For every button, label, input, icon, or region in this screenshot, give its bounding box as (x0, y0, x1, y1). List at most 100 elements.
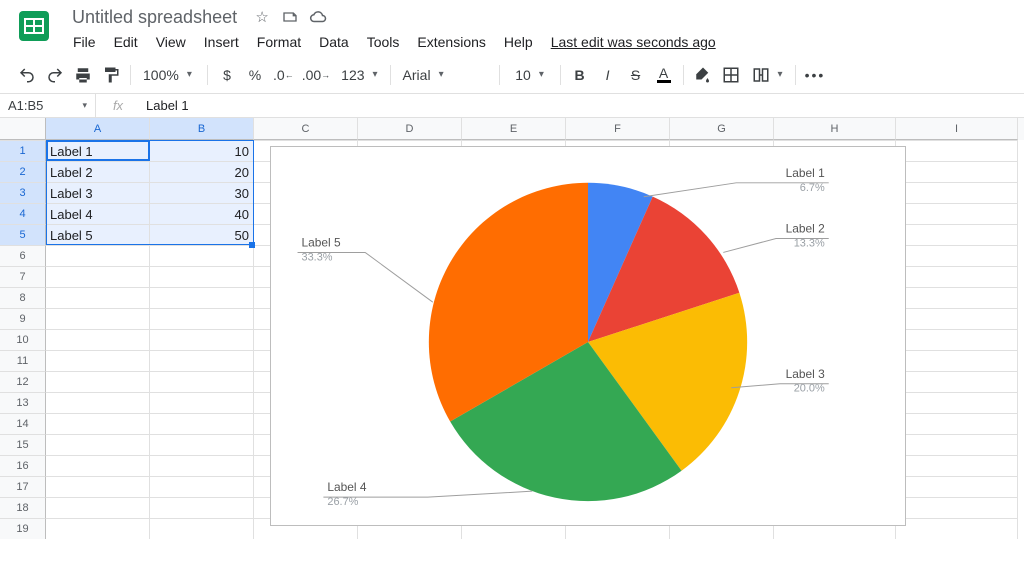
cell-I6[interactable] (896, 245, 1018, 266)
bold-button[interactable]: B (567, 62, 593, 88)
move-icon[interactable] (281, 9, 299, 25)
font-select[interactable]: Arial (397, 62, 493, 88)
cell-I18[interactable] (896, 497, 1018, 518)
cell-B4[interactable]: 40 (150, 203, 254, 224)
redo-button[interactable] (42, 62, 68, 88)
cell-A8[interactable] (46, 287, 150, 308)
cell-B19[interactable] (150, 518, 254, 539)
menu-edit[interactable]: Edit (107, 30, 145, 54)
cell-A15[interactable] (46, 434, 150, 455)
column-header-D[interactable]: D (358, 118, 462, 140)
cell-I19[interactable] (896, 518, 1018, 539)
cell-I4[interactable] (896, 203, 1018, 224)
cell-A1[interactable]: Label 1 (46, 140, 150, 161)
cell-I1[interactable] (896, 140, 1018, 161)
italic-button[interactable]: I (595, 62, 621, 88)
cell-I16[interactable] (896, 455, 1018, 476)
row-header-17[interactable]: 17 (0, 476, 46, 497)
row-header-7[interactable]: 7 (0, 266, 46, 287)
row-header-13[interactable]: 13 (0, 392, 46, 413)
cell-A18[interactable] (46, 497, 150, 518)
currency-button[interactable]: $ (214, 62, 240, 88)
cell-B3[interactable]: 30 (150, 182, 254, 203)
merge-button[interactable] (746, 62, 789, 88)
column-header-E[interactable]: E (462, 118, 566, 140)
row-header-12[interactable]: 12 (0, 371, 46, 392)
cell-B10[interactable] (150, 329, 254, 350)
cell-A7[interactable] (46, 266, 150, 287)
cell-I17[interactable] (896, 476, 1018, 497)
cell-I14[interactable] (896, 413, 1018, 434)
spreadsheet-grid[interactable]: ABCDEFGHI 1Label 1102Label 2203Label 330… (0, 118, 1024, 539)
row-header-14[interactable]: 14 (0, 413, 46, 434)
cell-B13[interactable] (150, 392, 254, 413)
cell-I12[interactable] (896, 371, 1018, 392)
cell-B6[interactable] (150, 245, 254, 266)
menu-view[interactable]: View (149, 30, 193, 54)
menu-extensions[interactable]: Extensions (410, 30, 492, 54)
row-header-18[interactable]: 18 (0, 497, 46, 518)
percent-button[interactable]: % (242, 62, 268, 88)
cell-A14[interactable] (46, 413, 150, 434)
row-header-8[interactable]: 8 (0, 287, 46, 308)
zoom-select[interactable]: 100% (137, 62, 201, 88)
cell-A16[interactable] (46, 455, 150, 476)
cell-A6[interactable] (46, 245, 150, 266)
row-header-10[interactable]: 10 (0, 329, 46, 350)
decrease-decimal-button[interactable]: .0← (270, 62, 297, 88)
column-header-A[interactable]: A (46, 118, 150, 140)
select-all-corner[interactable] (0, 118, 46, 140)
cell-B15[interactable] (150, 434, 254, 455)
fill-color-button[interactable] (690, 62, 716, 88)
row-header-1[interactable]: 1 (0, 140, 46, 161)
row-header-16[interactable]: 16 (0, 455, 46, 476)
column-header-F[interactable]: F (566, 118, 670, 140)
cell-I9[interactable] (896, 308, 1018, 329)
more-tools-button[interactable]: ••• (802, 62, 829, 88)
strikethrough-button[interactable]: S (623, 62, 649, 88)
cell-B12[interactable] (150, 371, 254, 392)
font-size-select[interactable]: 10 (506, 62, 554, 88)
star-icon[interactable]: ☆ (253, 8, 271, 26)
column-header-H[interactable]: H (774, 118, 896, 140)
cell-A2[interactable]: Label 2 (46, 161, 150, 182)
menu-file[interactable]: File (66, 30, 103, 54)
row-header-9[interactable]: 9 (0, 308, 46, 329)
column-header-I[interactable]: I (896, 118, 1018, 140)
cell-I11[interactable] (896, 350, 1018, 371)
cell-B9[interactable] (150, 308, 254, 329)
row-header-19[interactable]: 19 (0, 518, 46, 539)
row-header-6[interactable]: 6 (0, 245, 46, 266)
print-button[interactable] (70, 62, 96, 88)
cell-A13[interactable] (46, 392, 150, 413)
cell-I10[interactable] (896, 329, 1018, 350)
row-header-4[interactable]: 4 (0, 203, 46, 224)
increase-decimal-button[interactable]: .00→ (299, 62, 333, 88)
formula-input[interactable]: Label 1 (140, 98, 189, 113)
cell-B7[interactable] (150, 266, 254, 287)
cell-A9[interactable] (46, 308, 150, 329)
row-header-5[interactable]: 5 (0, 224, 46, 245)
cell-B8[interactable] (150, 287, 254, 308)
cell-I5[interactable] (896, 224, 1018, 245)
cloud-status-icon[interactable] (309, 10, 327, 24)
menu-data[interactable]: Data (312, 30, 356, 54)
menu-format[interactable]: Format (250, 30, 308, 54)
more-formats-button[interactable]: 123 (335, 62, 383, 88)
column-header-G[interactable]: G (670, 118, 774, 140)
row-header-3[interactable]: 3 (0, 182, 46, 203)
cell-B16[interactable] (150, 455, 254, 476)
cell-I8[interactable] (896, 287, 1018, 308)
cell-A5[interactable]: Label 5 (46, 224, 150, 245)
row-header-11[interactable]: 11 (0, 350, 46, 371)
row-header-15[interactable]: 15 (0, 434, 46, 455)
cell-B2[interactable]: 20 (150, 161, 254, 182)
cell-B14[interactable] (150, 413, 254, 434)
cell-I7[interactable] (896, 266, 1018, 287)
cell-A12[interactable] (46, 371, 150, 392)
menu-insert[interactable]: Insert (197, 30, 246, 54)
sheets-logo-icon[interactable] (14, 6, 54, 46)
cell-B18[interactable] (150, 497, 254, 518)
cell-I15[interactable] (896, 434, 1018, 455)
text-color-button[interactable]: A (651, 62, 677, 88)
